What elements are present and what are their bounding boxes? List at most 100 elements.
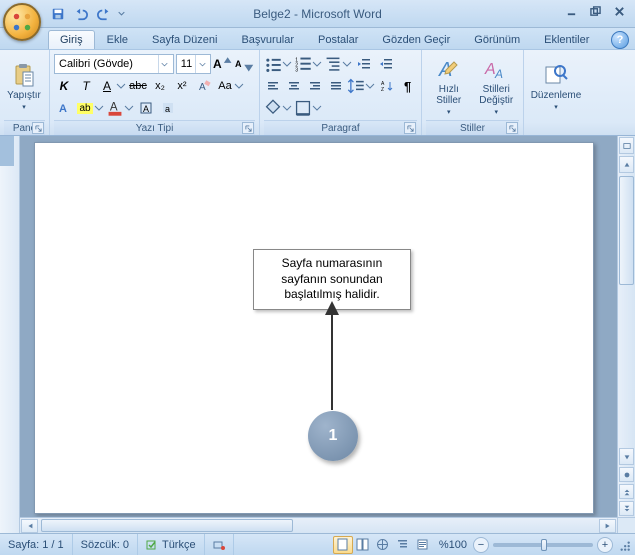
sort-button[interactable]: AZ <box>377 76 396 96</box>
status-language[interactable]: Türkçe <box>138 534 205 555</box>
tab-mailings[interactable]: Postalar <box>306 30 370 49</box>
status-page[interactable]: Sayfa: 1 / 1 <box>0 534 73 555</box>
font-launcher[interactable] <box>242 122 254 134</box>
highlight-button[interactable]: ab <box>76 98 104 118</box>
save-button[interactable] <box>48 4 68 24</box>
font-name-combo[interactable]: Calibri (Gövde) <box>54 54 174 74</box>
zoom-level[interactable]: %100 <box>433 539 473 551</box>
zoom-slider-knob[interactable] <box>541 539 547 551</box>
multilevel-list-button[interactable] <box>324 54 352 74</box>
scroll-thumb-v[interactable] <box>619 176 634 285</box>
grow-font-button[interactable]: A <box>213 54 233 74</box>
line-spacing-button[interactable] <box>347 76 375 96</box>
italic-button[interactable]: T <box>76 76 96 96</box>
tab-addins[interactable]: Eklentiler <box>532 30 601 49</box>
tab-page-layout[interactable]: Sayfa Düzeni <box>140 30 229 49</box>
tab-review[interactable]: Gözden Geçir <box>370 30 462 49</box>
svg-text:A: A <box>484 61 496 78</box>
arrow-line <box>331 310 333 410</box>
resize-grip[interactable] <box>617 538 631 552</box>
ruler-toggle-button[interactable] <box>619 137 634 154</box>
quick-styles-label: Hızlı Stiller <box>428 84 470 106</box>
paragraph-launcher[interactable] <box>404 122 416 134</box>
document-area: Sayfa numarasının sayfanın sonundan başl… <box>0 136 635 533</box>
change-styles-label: Stilleri Değiştir <box>476 84 518 106</box>
bullets-button[interactable] <box>264 54 292 74</box>
prev-page-button[interactable] <box>619 484 634 499</box>
scroll-track-h[interactable] <box>39 519 598 532</box>
vertical-ruler[interactable] <box>0 136 20 533</box>
scroll-up-button[interactable] <box>619 156 634 173</box>
help-button[interactable]: ? <box>611 31 629 49</box>
group-editing: Düzenleme▾ <box>524 50 635 135</box>
character-border-button[interactable]: A <box>136 98 156 118</box>
vertical-scrollbar[interactable] <box>617 136 635 517</box>
align-center-button[interactable] <box>285 76 304 96</box>
group-styles: A Hızlı Stiller▾ AA Stilleri Değiştir▾ S… <box>422 50 524 135</box>
editing-button[interactable]: Düzenleme▾ <box>528 52 584 120</box>
borders-button[interactable] <box>294 98 322 118</box>
superscript-button[interactable]: x² <box>172 76 192 96</box>
shading-button[interactable] <box>264 98 292 118</box>
bold-button[interactable]: K <box>54 76 74 96</box>
page[interactable]: Sayfa numarasının sayfanın sonundan başl… <box>34 142 594 514</box>
clear-format-button[interactable]: A <box>194 76 214 96</box>
font-color-button[interactable]: A <box>106 98 134 118</box>
chevron-down-icon[interactable] <box>195 55 208 73</box>
text-effects-button[interactable]: A <box>54 98 74 118</box>
subscript-button[interactable]: x₂ <box>150 76 170 96</box>
paste-button[interactable]: Yapıştır ▾ <box>4 52 44 120</box>
zoom-out-button[interactable]: − <box>473 537 489 553</box>
font-size-combo[interactable]: 11 <box>176 54 211 74</box>
scroll-down-button[interactable] <box>619 448 634 465</box>
print-layout-view-button[interactable] <box>333 536 353 554</box>
horizontal-scrollbar[interactable] <box>20 517 617 533</box>
scroll-right-button[interactable] <box>599 519 616 533</box>
group-paragraph-label: Paragraf <box>321 123 359 134</box>
styles-launcher[interactable] <box>506 122 518 134</box>
status-macro[interactable] <box>205 534 234 555</box>
office-button[interactable] <box>3 3 41 41</box>
scroll-corner <box>617 517 635 533</box>
character-shading-button[interactable]: a <box>158 98 178 118</box>
undo-button[interactable] <box>71 4 91 24</box>
zoom-in-button[interactable]: + <box>597 537 613 553</box>
tab-view[interactable]: Görünüm <box>462 30 532 49</box>
chevron-down-icon[interactable] <box>158 55 171 73</box>
align-left-button[interactable] <box>264 76 283 96</box>
tab-references[interactable]: Başvurular <box>229 30 306 49</box>
numbering-button[interactable]: 123 <box>294 54 322 74</box>
strikethrough-button[interactable]: abc <box>128 76 148 96</box>
web-layout-view-button[interactable] <box>373 536 393 554</box>
scroll-track-v[interactable] <box>619 174 634 447</box>
change-case-button[interactable]: Aa <box>216 76 244 96</box>
change-styles-button[interactable]: AA Stilleri Değiştir▾ <box>474 52 520 120</box>
clipboard-launcher[interactable] <box>32 122 44 134</box>
show-marks-button[interactable]: ¶ <box>398 76 417 96</box>
quick-access-toolbar <box>48 4 126 24</box>
browse-object-button[interactable] <box>619 467 634 482</box>
status-words[interactable]: Sözcük: 0 <box>73 534 138 555</box>
align-right-button[interactable] <box>306 76 325 96</box>
tab-home[interactable]: Giriş <box>48 30 95 49</box>
shrink-font-button[interactable]: A <box>235 54 255 74</box>
decrease-indent-button[interactable] <box>354 54 374 74</box>
group-font-label: Yazı Tipi <box>136 123 174 134</box>
tab-insert[interactable]: Ekle <box>95 30 140 49</box>
maximize-button[interactable] <box>583 2 607 20</box>
zoom-slider[interactable] <box>493 543 593 547</box>
justify-button[interactable] <box>326 76 345 96</box>
underline-button[interactable]: A <box>98 76 126 96</box>
minimize-button[interactable] <box>559 2 583 20</box>
next-page-button[interactable] <box>619 501 634 516</box>
increase-indent-button[interactable] <box>376 54 396 74</box>
qat-customize[interactable] <box>117 5 126 23</box>
close-button[interactable] <box>607 2 631 20</box>
outline-view-button[interactable] <box>393 536 413 554</box>
draft-view-button[interactable] <box>413 536 433 554</box>
full-screen-view-button[interactable] <box>353 536 373 554</box>
quick-styles-button[interactable]: A Hızlı Stiller▾ <box>426 52 472 120</box>
scroll-thumb-h[interactable] <box>41 519 293 532</box>
scroll-left-button[interactable] <box>21 519 38 533</box>
redo-button[interactable] <box>94 4 114 24</box>
